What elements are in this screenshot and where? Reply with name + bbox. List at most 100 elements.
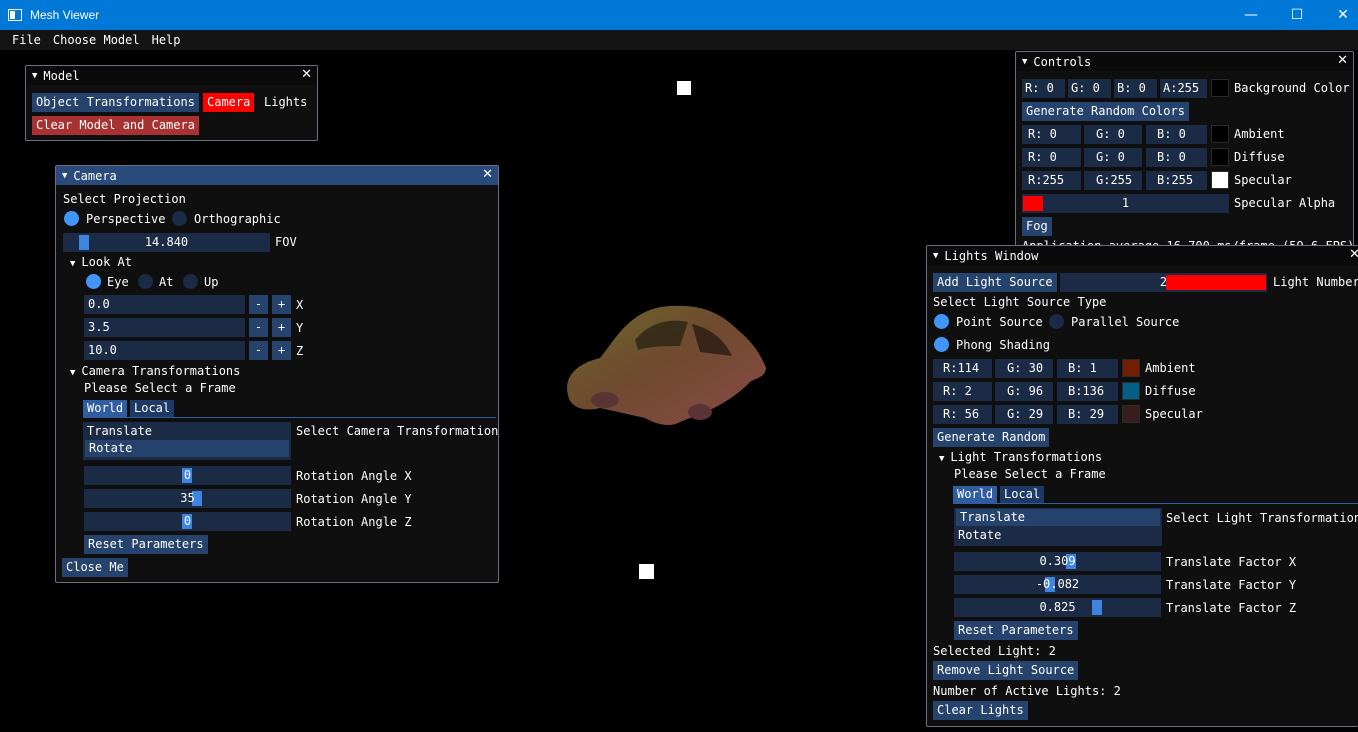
- close-icon[interactable]: ✕: [1349, 247, 1358, 262]
- rotation-y-slider[interactable]: 35: [84, 489, 291, 508]
- light-tab-local[interactable]: Local: [1000, 486, 1045, 503]
- light-specular-r-input[interactable]: R: 56: [933, 405, 992, 424]
- tab-object-transformations[interactable]: Object Transformations: [32, 93, 199, 112]
- light-diffuse-b-input[interactable]: B:136: [1057, 382, 1118, 401]
- bg-r-input[interactable]: R: 0: [1022, 79, 1065, 98]
- perspective-radio[interactable]: [64, 211, 79, 226]
- camera-transformations-node[interactable]: ▼ Camera Transformations: [70, 364, 240, 378]
- selected-light-text: Selected Light: 2: [933, 644, 1056, 658]
- look-y-plus-button[interactable]: +: [272, 318, 291, 337]
- look-y-minus-button[interactable]: -: [249, 318, 268, 337]
- light-transformations-node[interactable]: ▼ Light Transformations: [939, 450, 1102, 464]
- bg-a-input[interactable]: A:255: [1160, 79, 1207, 98]
- translate-x-slider[interactable]: 0.309: [954, 552, 1161, 571]
- translate-y-slider[interactable]: -0.082: [954, 575, 1161, 594]
- bg-g-input[interactable]: G: 0: [1068, 79, 1111, 98]
- rotation-z-slider[interactable]: 0: [84, 512, 291, 531]
- collapse-arrow-icon[interactable]: ▼: [62, 171, 67, 181]
- tab-camera[interactable]: Camera: [203, 93, 255, 112]
- tab-lights[interactable]: Lights: [260, 93, 311, 112]
- light-number-slider[interactable]: 2: [1060, 273, 1267, 292]
- controls-window-header[interactable]: ▼ Controls ✕: [1016, 52, 1353, 71]
- look-x-plus-button[interactable]: +: [272, 295, 291, 314]
- bg-b-input[interactable]: B: 0: [1114, 79, 1157, 98]
- specular-r-input[interactable]: R:255: [1022, 171, 1081, 190]
- model-window-header[interactable]: ▼ Model ✕: [26, 66, 317, 85]
- tab-local[interactable]: Local: [130, 400, 175, 417]
- menu-help[interactable]: Help: [146, 33, 187, 47]
- close-icon[interactable]: ✕: [482, 167, 493, 182]
- diffuse-r-input[interactable]: R: 0: [1022, 148, 1081, 167]
- ambient-b-input[interactable]: B: 0: [1146, 125, 1207, 144]
- look-x-input[interactable]: 0.0: [84, 295, 245, 314]
- menu-choose-model[interactable]: Choose Model: [47, 33, 146, 47]
- light-diffuse-g-input[interactable]: G: 96: [995, 382, 1053, 401]
- lights-window-header[interactable]: ▼ Lights Window ✕: [927, 246, 1358, 265]
- diffuse-b-input[interactable]: B: 0: [1146, 148, 1207, 167]
- ambient-color-swatch[interactable]: [1211, 125, 1229, 143]
- specular-color-swatch[interactable]: [1211, 171, 1229, 189]
- ambient-r-input[interactable]: R: 0: [1022, 125, 1081, 144]
- light-tab-world[interactable]: World: [953, 486, 998, 503]
- menu-file[interactable]: File: [6, 33, 47, 47]
- camera-window-header[interactable]: ▼ Camera ✕: [56, 166, 498, 185]
- reset-parameters-button[interactable]: Reset Parameters: [84, 535, 208, 554]
- light-please-select-frame-label: Please Select a Frame: [954, 467, 1106, 481]
- specular-alpha-slider[interactable]: 1: [1022, 194, 1229, 213]
- look-z-minus-button[interactable]: -: [249, 341, 268, 360]
- translate-z-slider[interactable]: 0.825: [954, 598, 1161, 617]
- generate-random-button[interactable]: Generate Random: [933, 428, 1050, 447]
- at-radio[interactable]: [138, 274, 153, 289]
- light-reset-parameters-button[interactable]: Reset Parameters: [954, 621, 1078, 640]
- point-source-radio[interactable]: [934, 314, 949, 329]
- close-icon[interactable]: ✕: [1337, 53, 1348, 68]
- light-specular-g-input[interactable]: G: 29: [995, 405, 1053, 424]
- collapse-arrow-icon[interactable]: ▼: [1022, 57, 1027, 67]
- light-list-item-translate[interactable]: Translate: [956, 509, 1160, 526]
- light-ambient-g-input[interactable]: G: 30: [995, 359, 1053, 378]
- collapse-arrow-icon[interactable]: ▼: [32, 71, 37, 81]
- light-diffuse-r-input[interactable]: R: 2: [933, 382, 992, 401]
- add-light-source-button[interactable]: Add Light Source: [933, 273, 1057, 292]
- look-x-minus-button[interactable]: -: [249, 295, 268, 314]
- light-specular-swatch[interactable]: [1122, 405, 1140, 423]
- light-ambient-swatch[interactable]: [1122, 359, 1140, 377]
- bg-color-swatch[interactable]: [1211, 79, 1229, 97]
- fov-slider[interactable]: 14.840: [63, 233, 270, 252]
- look-z-input[interactable]: 10.0: [84, 341, 245, 360]
- generate-random-colors-button[interactable]: Generate Random Colors: [1022, 102, 1189, 121]
- light-diffuse-label: Diffuse: [1145, 384, 1196, 398]
- clear-lights-button[interactable]: Clear Lights: [933, 701, 1028, 720]
- diffuse-color-swatch[interactable]: [1211, 148, 1229, 166]
- up-radio[interactable]: [183, 274, 198, 289]
- light-specular-b-input[interactable]: B: 29: [1057, 405, 1118, 424]
- minimize-button[interactable]: —: [1228, 0, 1274, 30]
- rotation-x-slider[interactable]: 0: [84, 466, 291, 485]
- remove-light-source-button[interactable]: Remove Light Source: [933, 661, 1079, 680]
- specular-b-input[interactable]: B:255: [1146, 171, 1207, 190]
- phong-shading-radio[interactable]: [934, 337, 949, 352]
- maximize-button[interactable]: ☐: [1274, 0, 1320, 30]
- collapse-arrow-icon[interactable]: ▼: [933, 251, 938, 261]
- light-ambient-b-input[interactable]: B: 1: [1057, 359, 1118, 378]
- diffuse-g-input[interactable]: G: 0: [1084, 148, 1142, 167]
- close-me-button[interactable]: Close Me: [62, 558, 128, 577]
- look-z-plus-button[interactable]: +: [272, 341, 291, 360]
- close-button[interactable]: ✕: [1320, 0, 1358, 30]
- eye-radio[interactable]: [86, 274, 101, 289]
- light-list-item-rotate[interactable]: Rotate: [958, 528, 1001, 542]
- list-item-translate[interactable]: Translate: [87, 424, 152, 438]
- close-icon[interactable]: ✕: [301, 67, 312, 82]
- parallel-source-radio[interactable]: [1049, 314, 1064, 329]
- orthographic-radio[interactable]: [172, 211, 187, 226]
- specular-g-input[interactable]: G:255: [1084, 171, 1142, 190]
- list-item-rotate[interactable]: Rotate: [85, 440, 289, 457]
- look-at-node[interactable]: ▼ Look At: [70, 255, 132, 269]
- tab-world[interactable]: World: [83, 400, 128, 417]
- light-ambient-r-input[interactable]: R:114: [933, 359, 992, 378]
- fog-button[interactable]: Fog: [1022, 217, 1052, 236]
- look-y-input[interactable]: 3.5: [84, 318, 245, 337]
- light-diffuse-swatch[interactable]: [1122, 382, 1140, 400]
- clear-model-camera-button[interactable]: Clear Model and Camera: [32, 116, 199, 135]
- ambient-g-input[interactable]: G: 0: [1084, 125, 1142, 144]
